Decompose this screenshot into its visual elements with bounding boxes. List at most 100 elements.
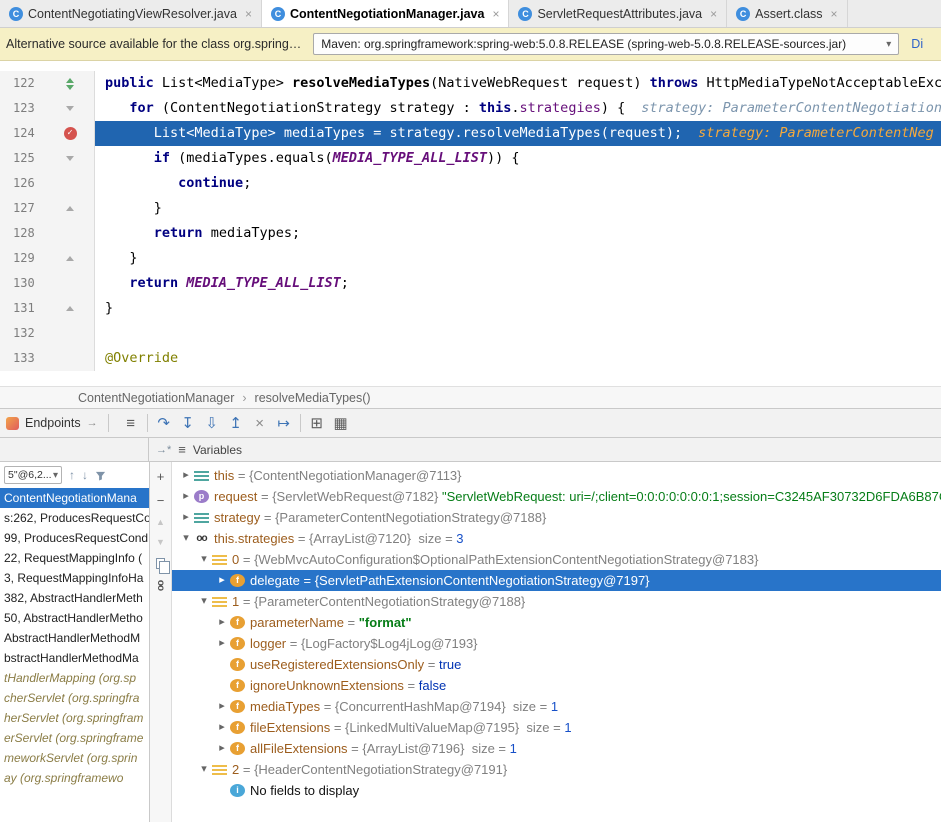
move-down-icon[interactable]: ▼ — [156, 538, 165, 547]
tree-arrow-icon[interactable]: ▾ — [196, 759, 212, 780]
editor-tab[interactable]: CContentNegotiationManager.java× — [262, 0, 510, 27]
class-icon: C — [736, 7, 750, 21]
step-over-icon[interactable]: ↷ — [152, 416, 176, 431]
pin-icon[interactable]: →* — [156, 444, 171, 456]
variable-row[interactable]: ▸this = {ContentNegotiationManager@7113} — [172, 465, 941, 486]
breakpoint-icon[interactable]: ✓ — [64, 127, 77, 140]
remove-watch-icon[interactable]: − — [157, 494, 165, 507]
code-editor[interactable]: 122public List<MediaType> resolveMediaTy… — [0, 61, 941, 386]
variable-row[interactable]: ▸strategy = {ParameterContentNegotiation… — [172, 507, 941, 528]
breadcrumb-item[interactable]: resolveMediaTypes() — [255, 391, 371, 405]
tree-arrow-icon[interactable]: ▸ — [178, 465, 194, 486]
variable-row[interactable]: ▾2 = {HeaderContentNegotiationStrategy@7… — [172, 759, 941, 780]
frame-row[interactable]: ay (org.springframewo — [0, 768, 149, 788]
frame-row[interactable]: tHandlerMapping (org.sp — [0, 668, 149, 688]
endpoints-tool-tab[interactable]: Endpoints — [25, 416, 81, 430]
drop-frame-icon[interactable]: × — [248, 416, 272, 431]
frame-row[interactable]: erServlet (org.springframe — [0, 728, 149, 748]
code-line-text[interactable]: List<MediaType> mediaTypes = strategy.re… — [95, 121, 941, 146]
frame-row[interactable]: herServlet (org.springfram — [0, 708, 149, 728]
frame-row[interactable]: 99, ProducesRequestCond — [0, 528, 149, 548]
duplicate-watch-icon[interactable] — [156, 558, 165, 569]
show-watches-icon[interactable]: oo — [156, 580, 166, 590]
notification-action-link[interactable]: Di — [911, 37, 923, 51]
code-line-text[interactable] — [95, 321, 941, 346]
code-line-text[interactable]: if (mediaTypes.equals(MEDIA_TYPE_ALL_LIS… — [95, 146, 941, 171]
step-into-icon[interactable]: ↧ — [176, 416, 200, 431]
tree-arrow-icon[interactable]: ▸ — [214, 738, 230, 759]
code-line-text[interactable]: for (ContentNegotiationStrategy strategy… — [95, 96, 941, 121]
code-line-text[interactable]: @Override — [95, 346, 941, 371]
frame-row[interactable]: 3, RequestMappingInfoHa — [0, 568, 149, 588]
editor-tab[interactable]: CServletRequestAttributes.java× — [509, 0, 727, 27]
code-line-text[interactable]: public List<MediaType> resolveMediaTypes… — [95, 71, 941, 96]
tree-arrow-icon[interactable]: ▾ — [196, 591, 212, 612]
variable-row[interactable]: fignoreUnknownExtensions = false — [172, 675, 941, 696]
code-line-text[interactable]: } — [95, 246, 941, 271]
frame-row[interactable]: cherServlet (org.springfra — [0, 688, 149, 708]
thread-dropdown[interactable]: 5"@6,2... ▾ — [4, 466, 62, 484]
breadcrumb-item[interactable]: ContentNegotiationManager — [78, 391, 234, 405]
frame-down-icon[interactable]: ↓ — [82, 468, 88, 482]
frame-row[interactable]: AbstractHandlerMethodM — [0, 628, 149, 648]
step-out-icon[interactable]: ↥ — [224, 416, 248, 431]
tab-close-icon[interactable]: × — [710, 7, 717, 21]
variable-row[interactable]: ▾1 = {ParameterContentNegotiationStrateg… — [172, 591, 941, 612]
tab-close-icon[interactable]: × — [245, 7, 252, 21]
fold-down-icon[interactable] — [66, 156, 74, 161]
frame-up-icon[interactable]: ↑ — [69, 468, 75, 482]
run-to-cursor-icon[interactable]: ↦ — [272, 416, 296, 431]
force-step-into-icon[interactable]: ⇩ — [200, 416, 224, 431]
frame-row[interactable]: s:262, ProducesRequestCo — [0, 508, 149, 528]
variable-row[interactable]: ▾0 = {WebMvcAutoConfiguration$OptionalPa… — [172, 549, 941, 570]
view-as-table-icon[interactable]: ⊞ — [305, 416, 329, 431]
variable-value-ref: {ArrayList@7196} — [362, 738, 464, 759]
tree-arrow-icon[interactable]: ▸ — [214, 696, 230, 717]
tree-arrow-icon[interactable]: ▾ — [196, 549, 212, 570]
fold-up-icon[interactable] — [66, 306, 74, 311]
source-jar-dropdown[interactable]: Maven: org.springframework:spring-web:5.… — [313, 33, 899, 55]
frame-row[interactable]: 50, AbstractHandlerMetho — [0, 608, 149, 628]
code-line-text[interactable]: return MEDIA_TYPE_ALL_LIST; — [95, 271, 941, 296]
frame-row[interactable]: 382, AbstractHandlerMeth — [0, 588, 149, 608]
view-menu-icon[interactable]: ≡ — [119, 416, 143, 431]
variable-row[interactable]: ▸fallFileExtensions = {ArrayList@7196} s… — [172, 738, 941, 759]
menu-icon[interactable]: ≡ — [178, 442, 186, 457]
tree-arrow-icon[interactable]: ▸ — [214, 612, 230, 633]
tree-arrow-icon[interactable]: ▸ — [214, 717, 230, 738]
code-line-text[interactable]: } — [95, 296, 941, 321]
variable-row[interactable]: ▸flogger = {LogFactory$Log4jLog@7193} — [172, 633, 941, 654]
tab-close-icon[interactable]: × — [492, 7, 499, 21]
tab-close-icon[interactable]: × — [831, 7, 838, 21]
add-watch-icon[interactable]: + — [157, 470, 165, 483]
tree-arrow-icon[interactable]: ▸ — [214, 633, 230, 654]
override-marker-icon[interactable] — [66, 78, 74, 90]
frame-row[interactable]: meworkServlet (org.sprin — [0, 748, 149, 768]
code-line-text[interactable]: } — [95, 196, 941, 221]
variable-row[interactable]: ▸ffileExtensions = {LinkedMultiValueMap@… — [172, 717, 941, 738]
filter-icon[interactable] — [95, 470, 106, 481]
fold-up-icon[interactable] — [66, 206, 74, 211]
frame-row[interactable]: 22, RequestMappingInfo ( — [0, 548, 149, 568]
code-line-text[interactable]: return mediaTypes; — [95, 221, 941, 246]
variable-row[interactable]: ▸fdelegate = {ServletPathExtensionConten… — [172, 570, 941, 591]
fold-up-icon[interactable] — [66, 256, 74, 261]
editor-tab[interactable]: CAssert.class× — [727, 0, 847, 27]
variable-row[interactable]: ▸fparameterName = "format" — [172, 612, 941, 633]
tree-arrow-icon[interactable]: ▾ — [178, 528, 194, 549]
variable-row[interactable]: fuseRegisteredExtensionsOnly = true — [172, 654, 941, 675]
variable-row[interactable]: ▾oothis.strategies = {ArrayList@7120} si… — [172, 528, 941, 549]
code-line-text[interactable]: continue; — [95, 171, 941, 196]
move-up-icon[interactable]: ▲ — [156, 518, 165, 527]
layout-settings-icon[interactable]: ▦ — [329, 416, 353, 431]
editor-tab[interactable]: CContentNegotiatingViewResolver.java× — [0, 0, 262, 27]
variable-row[interactable]: ▸prequest = {ServletWebRequest@7182} "Se… — [172, 486, 941, 507]
frame-row[interactable]: bstractHandlerMethodMa — [0, 648, 149, 668]
fold-down-icon[interactable] — [66, 106, 74, 111]
tree-arrow-icon[interactable]: ▸ — [214, 570, 230, 591]
tree-arrow-icon[interactable]: ▸ — [178, 507, 194, 528]
variable-row[interactable]: iNo fields to display — [172, 780, 941, 801]
tree-arrow-icon[interactable]: ▸ — [178, 486, 194, 507]
variable-row[interactable]: ▸fmediaTypes = {ConcurrentHashMap@7194} … — [172, 696, 941, 717]
frame-row[interactable]: ContentNegotiationMana — [0, 488, 149, 508]
